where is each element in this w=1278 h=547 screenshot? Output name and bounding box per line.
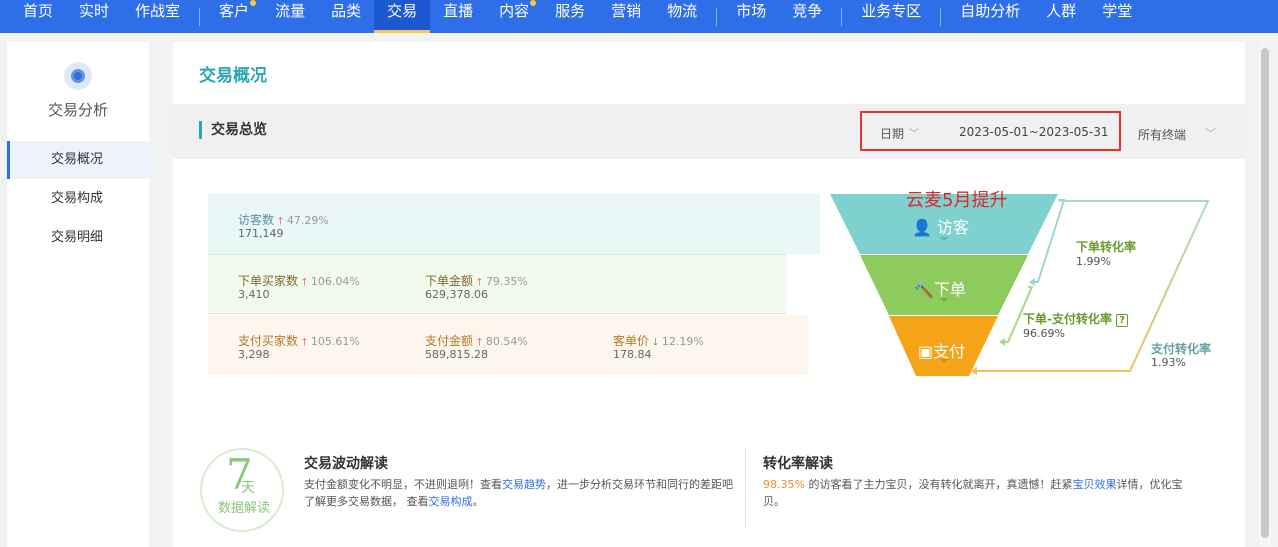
order-pay-conversion-label[interactable]: 下单-支付转化率 ? <box>1023 310 1128 327</box>
order-conversion-value: 1.99% <box>1076 255 1111 268</box>
fluctuation-title: 交易波动解读 <box>304 456 388 472</box>
funnel-order-label: 🔨下单 <box>914 280 966 299</box>
order-conversion-label: 下单转化率 <box>1076 240 1137 254</box>
divider <box>745 448 746 528</box>
promo-annotation: 云麦5月提升 <box>906 190 1008 211</box>
badge-caption: 数据解读 <box>218 501 271 516</box>
wallet-icon: ▣ <box>918 342 934 361</box>
hammer-icon: 🔨 <box>914 280 934 299</box>
funnel-pay-label: ▣支付 <box>918 342 966 361</box>
pay-conversion-value: 1.93% <box>1151 356 1186 369</box>
badge-unit: 天 <box>241 480 255 496</box>
conversion-funnel <box>830 194 1210 376</box>
funnel-visitors-label: 👤 访客 <box>912 218 970 237</box>
pay-conversion-label: 支付转化率 <box>1151 342 1212 356</box>
help-icon[interactable]: ? <box>1116 314 1128 327</box>
trade-composition-link[interactable]: 交易构成 <box>429 495 473 508</box>
item-effect-link[interactable]: 宝贝效果 <box>1072 478 1116 491</box>
user-icon: 👤 <box>912 218 932 237</box>
conversion-text: 98.35% 的访客看了主力宝贝，没有转化就离开，真遗憾！赶紧宝贝效果详情，优化… <box>763 478 1183 508</box>
trade-trend-link[interactable]: 交易趋势 <box>502 478 546 491</box>
scrollbar-thumb[interactable] <box>1261 48 1269 538</box>
order-pay-conversion-value: 96.69% <box>1023 327 1065 340</box>
conversion-title: 转化率解读 <box>763 456 833 472</box>
fluctuation-text: 支付金额变化不明显，不进则退咧！查看交易趋势，进一步分析交易环节和同行的差距吧 … <box>304 478 733 508</box>
